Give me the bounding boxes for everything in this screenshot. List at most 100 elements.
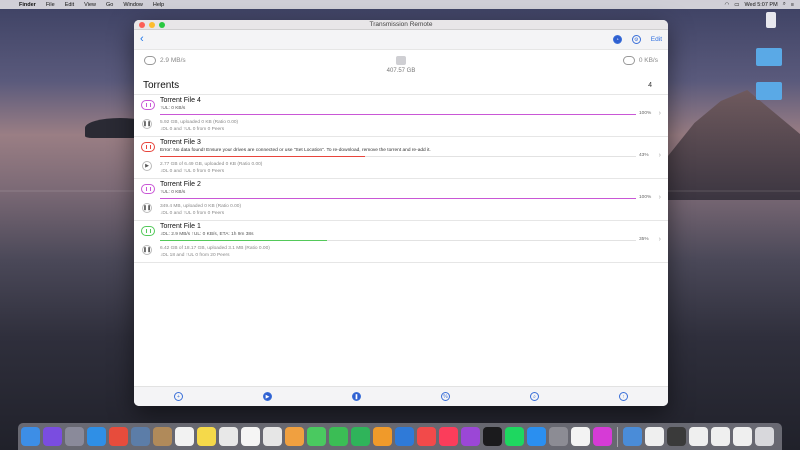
chevron-right-icon[interactable]: › (659, 152, 661, 159)
chevron-right-icon[interactable]: › (659, 236, 661, 243)
menu-window[interactable]: Window (118, 2, 148, 8)
progress-percent: 35% (639, 237, 649, 242)
upload-speed: 0 KB/s (622, 56, 658, 65)
menu-edit[interactable]: Edit (60, 2, 79, 8)
disk-icon (396, 56, 406, 65)
keynote-icon[interactable] (263, 427, 282, 446)
facetime-icon[interactable] (329, 427, 348, 446)
title-bar[interactable]: Transmission Remote (134, 20, 668, 30)
menu-view[interactable]: View (79, 2, 101, 8)
feedback-icon[interactable] (593, 427, 612, 446)
torrent-row[interactable]: ❚❚ Torrent File 2 ↑UL: 0 KB/s 100% › 349… (134, 179, 668, 221)
pause-icon[interactable]: ❚ (352, 392, 361, 401)
download-cloud-icon (144, 56, 156, 65)
menubar-clock[interactable]: Wed 5:07 PM (744, 2, 777, 8)
menu-help[interactable]: Help (148, 2, 169, 8)
notes-icon[interactable] (197, 427, 216, 446)
pages-icon[interactable] (373, 427, 392, 446)
photos-icon[interactable] (285, 427, 304, 446)
slack-icon[interactable] (571, 427, 590, 446)
textedit-icon[interactable] (219, 427, 238, 446)
xcode-icon[interactable] (395, 427, 414, 446)
dock-separator (617, 426, 618, 447)
torrent-status: ↓DL: 2.9 MB/s ↑UL: 0 KB/s, ETA: 1h 9m 38… (160, 232, 254, 237)
progress-fill (160, 198, 636, 200)
torrent-name: Torrent File 1 (160, 223, 201, 230)
menu-go[interactable]: Go (101, 2, 118, 8)
contacts-icon[interactable] (153, 427, 172, 446)
add-icon[interactable]: + (174, 392, 183, 401)
chrome-icon[interactable] (109, 427, 128, 446)
wifi-icon[interactable]: ◠ (724, 2, 729, 8)
window-title: Transmission Remote (369, 21, 433, 28)
tv-icon[interactable] (483, 427, 502, 446)
podcasts-icon[interactable] (461, 427, 480, 446)
upload-speed-value: 0 KB/s (638, 57, 658, 64)
doc-thumb-icon[interactable] (689, 427, 708, 446)
toolbar-actions: ◔ ⚙ Edit (612, 35, 662, 44)
spotlight-icon[interactable]: ⌕ (783, 1, 786, 8)
preview-icon[interactable] (131, 427, 150, 446)
pause-button[interactable]: ❚❚ (142, 203, 152, 213)
torrent-name: Torrent File 4 (160, 97, 201, 104)
settings-icon[interactable]: ⚙ (631, 35, 641, 44)
launchpad-icon[interactable] (65, 427, 84, 446)
safari-icon[interactable] (87, 427, 106, 446)
doc-thumb-icon[interactable] (733, 427, 752, 446)
siri-icon[interactable] (43, 427, 62, 446)
news-icon[interactable] (417, 427, 436, 446)
hard-drive-icon[interactable] (766, 12, 776, 28)
play-icon[interactable]: ▶ (263, 392, 272, 401)
battery-icon[interactable]: ▭ (734, 2, 739, 8)
toolbar: ‹ ◔ ⚙ Edit (134, 30, 668, 50)
torrent-row[interactable]: ❚❚ Torrent File 1 ↓DL: 2.9 MB/s ↑UL: 0 K… (134, 221, 668, 263)
chevron-right-icon[interactable]: › (659, 110, 661, 117)
trash-icon[interactable] (755, 427, 774, 446)
torrent-row[interactable]: ▶ Torrent File 3 Error: No data found! E… (134, 137, 668, 179)
doc-thumb-icon[interactable] (711, 427, 730, 446)
progress-percent: 43% (639, 153, 649, 158)
torrent-size-info: 2.77 GB of 6.49 GB, uploaded 0 KB (Ratio… (160, 162, 263, 167)
finder-icon[interactable] (21, 427, 40, 446)
torrent-size-info: 5.92 GB, uploaded 0 KB (Ratio 0.00) (160, 120, 239, 125)
resume-button[interactable]: ▶ (142, 161, 152, 171)
link-icon[interactable]: % (441, 392, 450, 401)
music-icon[interactable] (439, 427, 458, 446)
torrent-row[interactable]: ❚❚ Torrent File 4 ↑UL: 0 KB/s 100% › 5.9… (134, 95, 668, 137)
speed-limit-icon[interactable]: ◔ (612, 35, 622, 44)
menu-bar: Finder File Edit View Go Window Help ◠ ▭… (0, 0, 800, 9)
messages-icon[interactable] (307, 427, 326, 446)
progress-percent: 100% (639, 111, 652, 116)
torrent-list: ❚❚ Torrent File 4 ↑UL: 0 KB/s 100% › 5.9… (134, 94, 668, 263)
menu-app[interactable]: Finder (14, 2, 41, 8)
pause-button[interactable]: ❚❚ (142, 119, 152, 129)
pause-button[interactable]: ❚❚ (142, 245, 152, 255)
disk-space: 407.57 GB (384, 56, 418, 74)
progress-fill (160, 156, 365, 158)
torrent-peers: ↓DL 0 and ↑UL 0 from 0 Peers (160, 127, 225, 132)
calendar-icon[interactable] (175, 427, 194, 446)
system-preferences-icon[interactable] (549, 427, 568, 446)
control-icon[interactable]: ≡ (791, 2, 794, 8)
stats-header: 2.9 MB/s 407.57 GB 0 KB/s Torrents 4 (134, 50, 668, 94)
search-icon[interactable]: ⌕ (530, 392, 539, 401)
torrent-size-info: 349.4 MB, uploaded 0 KB (Ratio 0.00) (160, 204, 242, 209)
numbers-icon[interactable] (351, 427, 370, 446)
doc-thumb-icon[interactable] (645, 427, 664, 446)
app-store-icon[interactable] (527, 427, 546, 446)
upload-icon[interactable]: ↑ (619, 392, 628, 401)
folder-icon[interactable] (756, 48, 782, 66)
disk-free-value: 407.57 GB (386, 68, 416, 74)
folder-icon[interactable] (756, 82, 782, 100)
spotify-icon[interactable] (505, 427, 524, 446)
doc-thumb-icon[interactable] (667, 427, 686, 446)
menu-file[interactable]: File (41, 2, 60, 8)
downloads-folder-icon[interactable] (623, 427, 642, 446)
progress-bar (160, 240, 636, 242)
chevron-right-icon[interactable]: › (659, 194, 661, 201)
edit-button[interactable]: Edit (651, 36, 662, 43)
back-icon[interactable]: ‹ (140, 34, 144, 45)
torrent-name: Torrent File 3 (160, 139, 201, 146)
status-area: ◠ ▭ Wed 5:07 PM ⌕ ≡ (724, 1, 800, 8)
reminders-icon[interactable] (241, 427, 260, 446)
